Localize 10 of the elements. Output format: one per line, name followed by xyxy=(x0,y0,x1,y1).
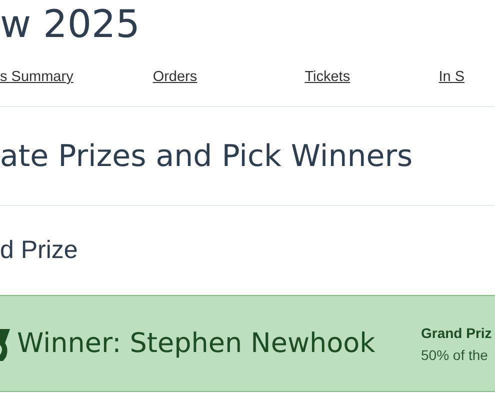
prize-heading: d Prize xyxy=(0,236,78,265)
nav-tab[interactable]: In S xyxy=(438,65,495,91)
winner-name: Winner: Stephen Newhook xyxy=(17,328,376,359)
prize-name: Grand Priz xyxy=(421,324,492,340)
nav-tab[interactable]: Tickets xyxy=(304,65,439,91)
prize-description: 50% of the xyxy=(421,346,489,362)
nav-tab[interactable]: s Summary xyxy=(0,65,153,91)
page-title: w 2025 xyxy=(0,1,141,48)
section-heading: ate Prizes and Pick Winners xyxy=(0,138,413,174)
nav-tab[interactable]: Orders xyxy=(152,65,305,91)
